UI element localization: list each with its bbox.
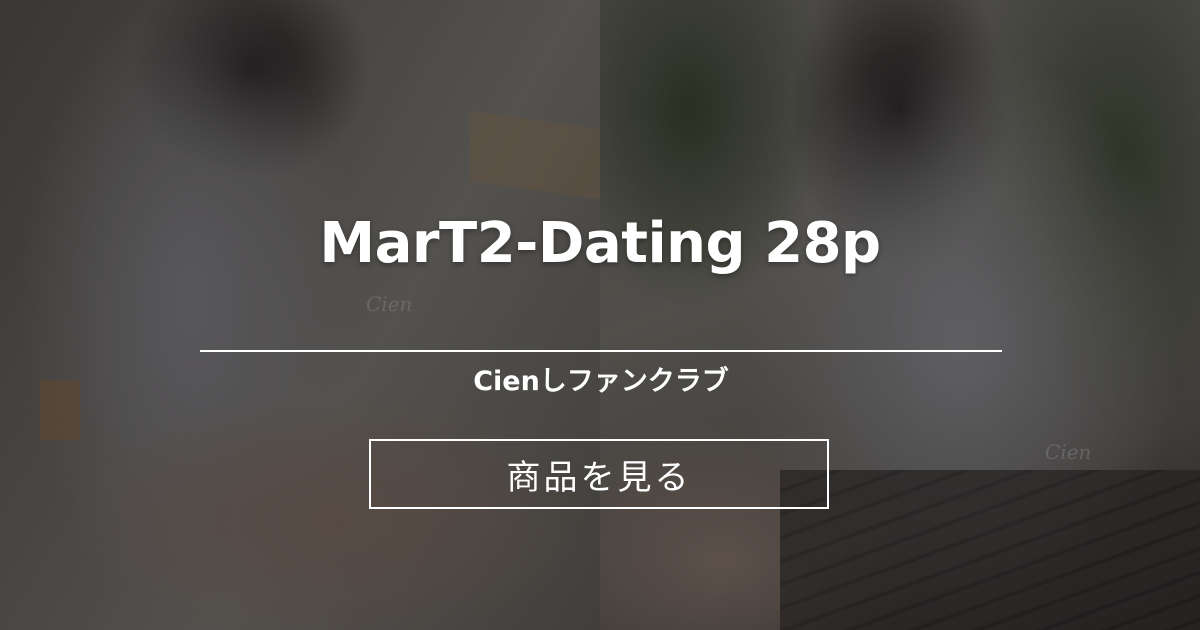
product-title: MarT2-Dating 28p	[319, 211, 881, 276]
card-content: MarT2-Dating 28p Cienしファンクラブ 商品を見る	[0, 0, 1200, 630]
ogp-card: Cien Cien MarT2-Dating 28p Cienしファンクラブ 商…	[0, 0, 1200, 630]
circle-name: Cienしファンクラブ	[473, 366, 729, 397]
view-product-button[interactable]: 商品を見る	[369, 439, 829, 509]
title-divider	[200, 350, 1002, 352]
